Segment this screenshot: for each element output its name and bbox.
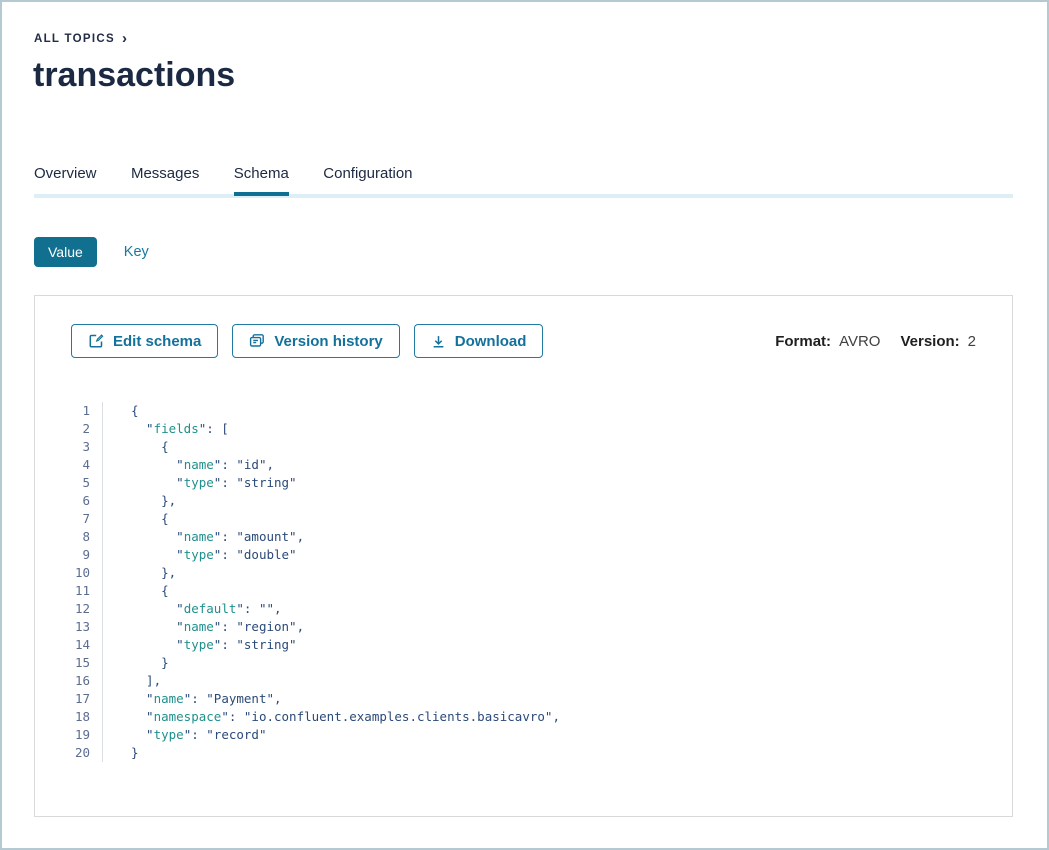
code-line: 5 "type": "string" xyxy=(35,474,1011,492)
line-number: 12 xyxy=(35,600,103,618)
tab-track xyxy=(34,194,1013,198)
line-number: 4 xyxy=(35,456,103,474)
line-number: 20 xyxy=(35,744,103,762)
version-value: 2 xyxy=(968,333,976,350)
code-line: 6 }, xyxy=(35,492,1011,510)
download-button[interactable]: Download xyxy=(414,324,544,358)
line-number: 8 xyxy=(35,528,103,546)
key-toggle-button[interactable]: Key xyxy=(124,244,149,260)
code-text: "type": "string" xyxy=(103,636,297,654)
schema-card: Edit schema Version history xyxy=(34,295,1013,817)
code-text: "fields": [ xyxy=(103,420,229,438)
tab-overview[interactable]: Overview xyxy=(34,165,97,196)
code-line: 4 "name": "id", xyxy=(35,456,1011,474)
schema-key-value-toggle: Value Key xyxy=(34,237,149,267)
format-label: Format: xyxy=(775,333,831,350)
code-text: } xyxy=(103,744,139,762)
code-text: "name": "amount", xyxy=(103,528,304,546)
download-label: Download xyxy=(455,333,527,350)
code-line: 11 { xyxy=(35,582,1011,600)
edit-schema-icon xyxy=(88,333,104,349)
code-text: "type": "record" xyxy=(103,726,266,744)
code-line: 15 } xyxy=(35,654,1011,672)
schema-meta: Format: AVRO Version: 2 xyxy=(775,333,976,350)
tab-messages[interactable]: Messages xyxy=(131,165,199,196)
line-number: 5 xyxy=(35,474,103,492)
code-text: { xyxy=(103,582,169,600)
code-text: "name": "Payment", xyxy=(103,690,282,708)
code-line: 19 "type": "record" xyxy=(35,726,1011,744)
code-text: }, xyxy=(103,564,176,582)
line-number: 2 xyxy=(35,420,103,438)
edit-schema-button[interactable]: Edit schema xyxy=(71,324,218,358)
chevron-right-icon: › xyxy=(122,31,127,46)
line-number: 7 xyxy=(35,510,103,528)
line-number: 11 xyxy=(35,582,103,600)
code-text: { xyxy=(103,402,139,420)
line-number: 14 xyxy=(35,636,103,654)
version-history-button[interactable]: Version history xyxy=(232,324,399,358)
code-line: 14 "type": "string" xyxy=(35,636,1011,654)
version-history-icon xyxy=(249,333,265,349)
schema-action-buttons: Edit schema Version history xyxy=(71,324,543,358)
version-history-label: Version history xyxy=(274,333,382,350)
code-text: ], xyxy=(103,672,161,690)
code-text: "default": "", xyxy=(103,600,282,618)
code-line: 2 "fields": [ xyxy=(35,420,1011,438)
code-text: "namespace": "io.confluent.examples.clie… xyxy=(103,708,560,726)
breadcrumb-label[interactable]: ALL TOPICS xyxy=(34,33,115,45)
code-text: } xyxy=(103,654,169,672)
schema-code-lines: 1{2 "fields": [3 {4 "name": "id",5 "type… xyxy=(35,402,1011,762)
line-number: 19 xyxy=(35,726,103,744)
code-text: "name": "id", xyxy=(103,456,274,474)
line-number: 17 xyxy=(35,690,103,708)
value-toggle-button[interactable]: Value xyxy=(34,237,97,267)
code-line: 16 ], xyxy=(35,672,1011,690)
version-label: Version: xyxy=(900,333,959,350)
line-number: 6 xyxy=(35,492,103,510)
code-line: 1{ xyxy=(35,402,1011,420)
code-line: 9 "type": "double" xyxy=(35,546,1011,564)
code-line: 17 "name": "Payment", xyxy=(35,690,1011,708)
line-number: 10 xyxy=(35,564,103,582)
line-number: 13 xyxy=(35,618,103,636)
line-number: 16 xyxy=(35,672,103,690)
format-value: AVRO xyxy=(839,333,880,350)
line-number: 1 xyxy=(35,402,103,420)
schema-toolbar: Edit schema Version history xyxy=(71,324,976,358)
code-text: "type": "string" xyxy=(103,474,297,492)
line-number: 15 xyxy=(35,654,103,672)
code-text: { xyxy=(103,510,169,528)
code-line: 10 }, xyxy=(35,564,1011,582)
download-icon xyxy=(431,334,446,349)
topic-tabs: Overview Messages Schema Configuration xyxy=(34,165,1013,198)
code-text: "name": "region", xyxy=(103,618,304,636)
line-number: 3 xyxy=(35,438,103,456)
code-text: "type": "double" xyxy=(103,546,297,564)
code-text: { xyxy=(103,438,169,456)
edit-schema-label: Edit schema xyxy=(113,333,201,350)
code-text: }, xyxy=(103,492,176,510)
line-number: 18 xyxy=(35,708,103,726)
tab-schema[interactable]: Schema xyxy=(234,165,289,196)
line-number: 9 xyxy=(35,546,103,564)
code-line: 13 "name": "region", xyxy=(35,618,1011,636)
code-line: 20} xyxy=(35,744,1011,762)
code-line: 12 "default": "", xyxy=(35,600,1011,618)
code-line: 3 { xyxy=(35,438,1011,456)
schema-code-viewer: 1{2 "fields": [3 {4 "name": "id",5 "type… xyxy=(35,394,1011,762)
breadcrumb[interactable]: ALL TOPICS › xyxy=(34,31,127,46)
tab-configuration[interactable]: Configuration xyxy=(323,165,412,196)
code-line: 7 { xyxy=(35,510,1011,528)
page-title: transactions xyxy=(33,56,235,95)
code-line: 8 "name": "amount", xyxy=(35,528,1011,546)
code-line: 18 "namespace": "io.confluent.examples.c… xyxy=(35,708,1011,726)
